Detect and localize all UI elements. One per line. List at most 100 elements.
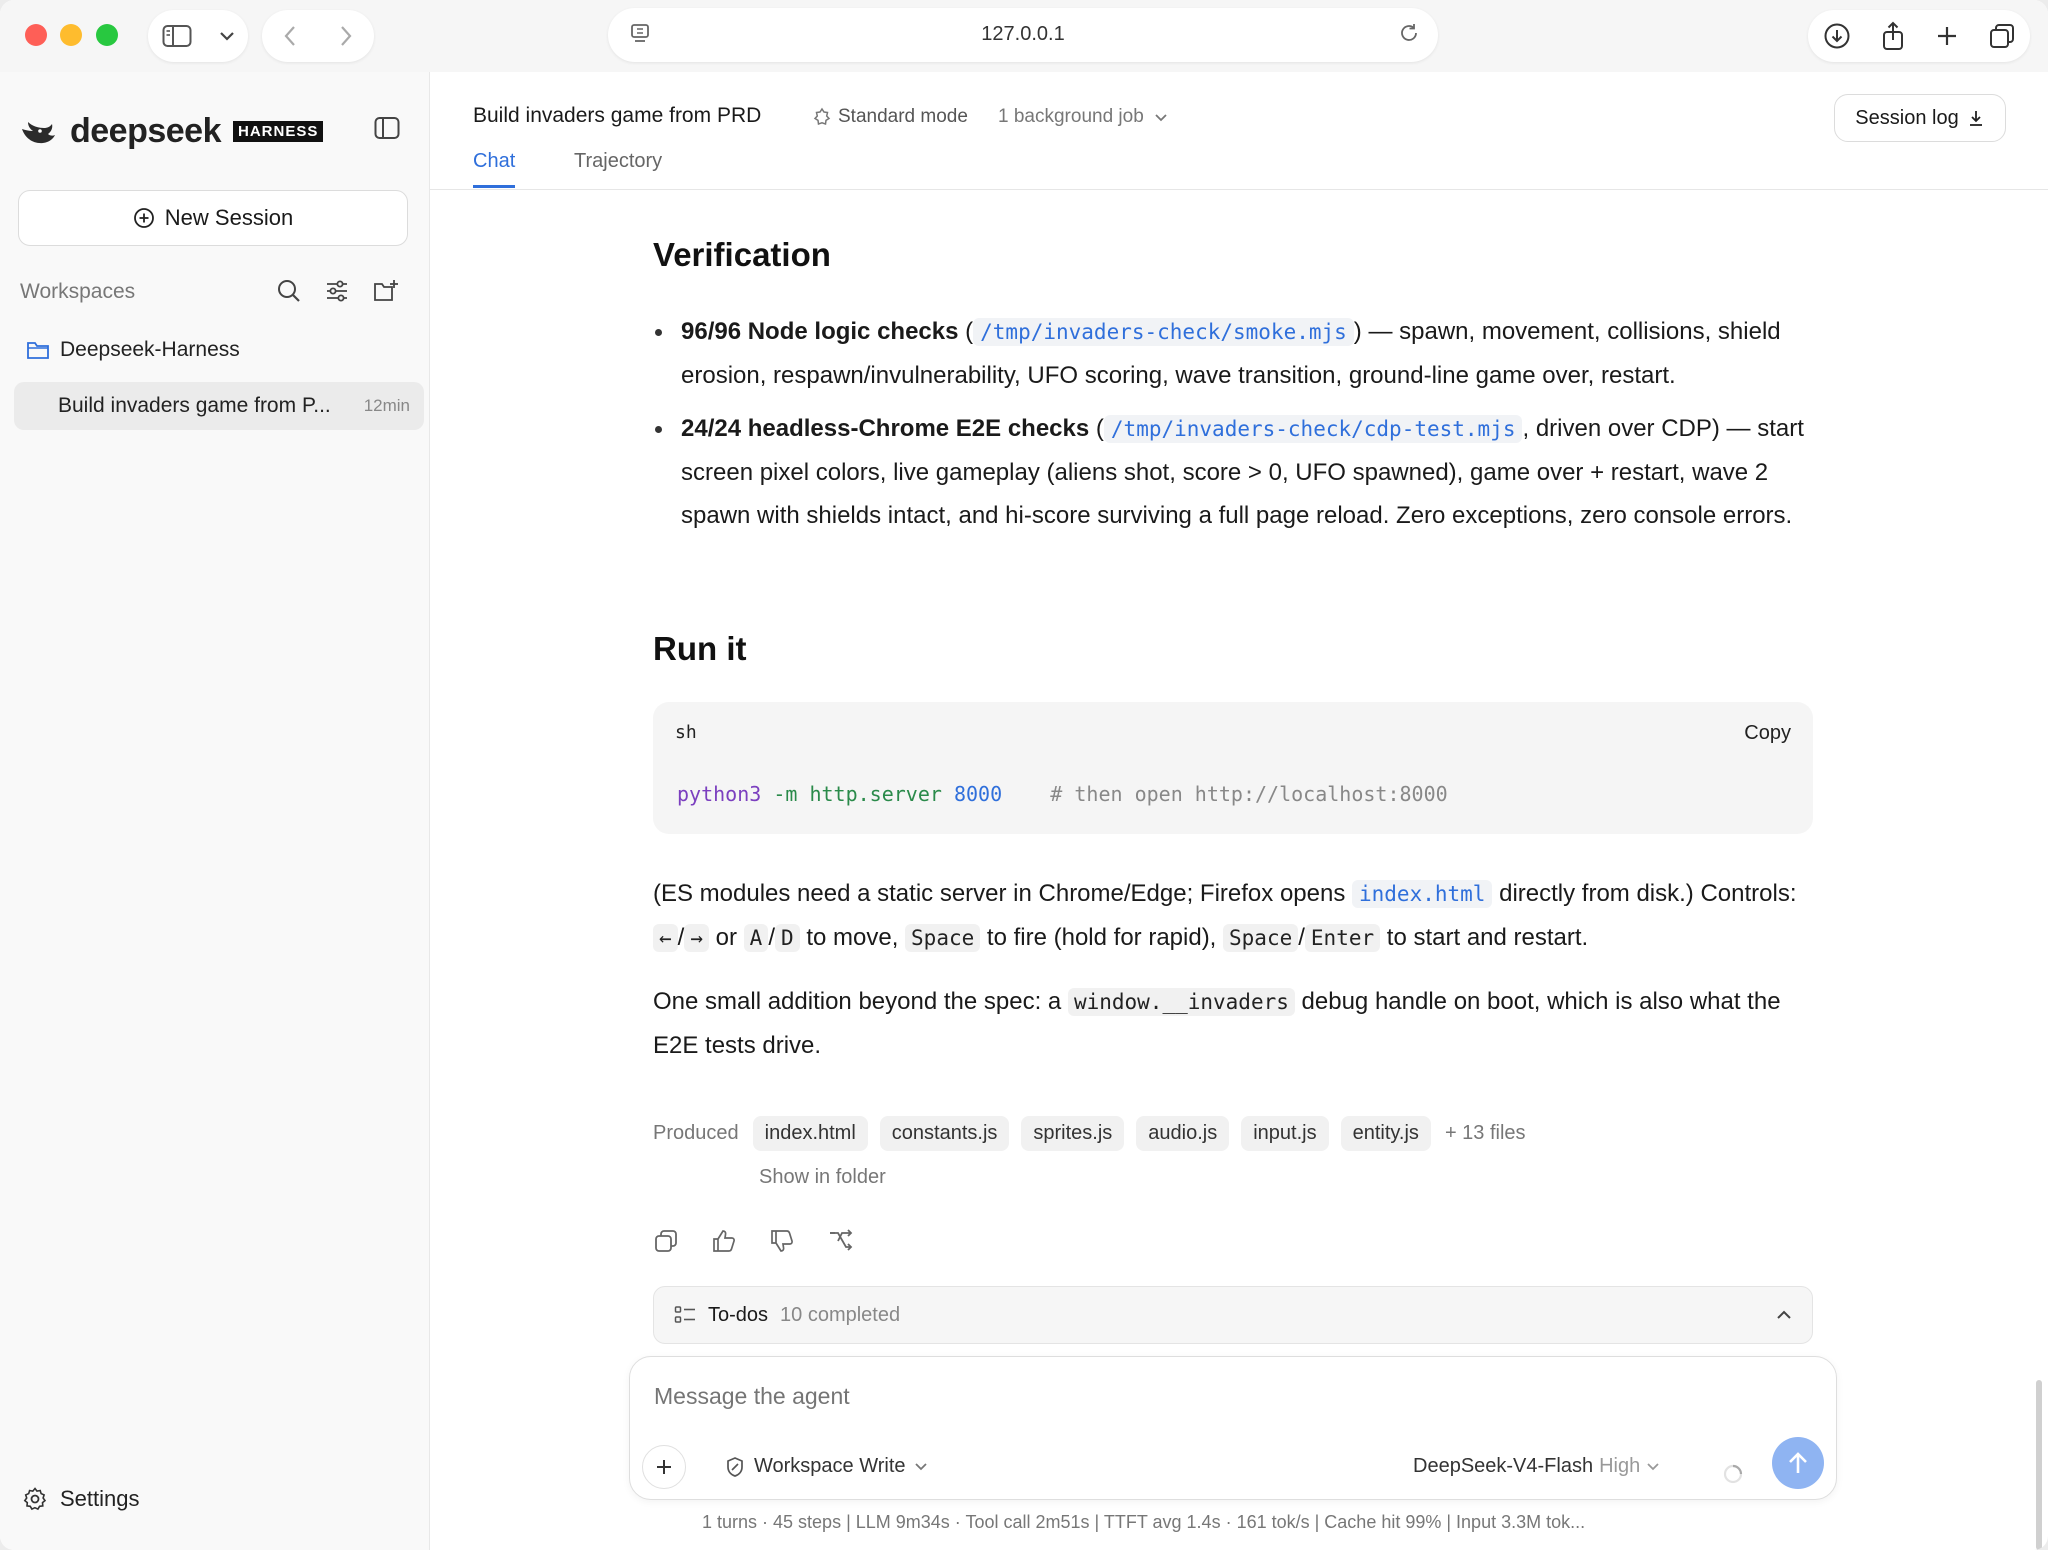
message-input[interactable] <box>654 1383 1754 1410</box>
model-dropdown[interactable]: DeepSeek-V4-Flash High <box>1413 1455 1660 1478</box>
show-in-folder-link[interactable]: Show in folder <box>759 1166 886 1189</box>
code-number: 8000 <box>941 782 1003 806</box>
share-icon[interactable] <box>1880 21 1906 51</box>
send-button[interactable] <box>1772 1437 1824 1489</box>
filter-sliders-icon[interactable] <box>324 278 350 304</box>
mode-label: Standard mode <box>838 106 968 127</box>
tab-chat[interactable]: Chat <box>473 150 516 188</box>
code-command: python3 <box>677 782 762 806</box>
mode-icon <box>812 107 832 127</box>
history-nav-group <box>262 10 374 62</box>
text: to move, <box>799 924 906 951</box>
verification-heading: Verification <box>653 236 831 273</box>
session-name: Build invaders game from PRD <box>473 104 762 127</box>
new-folder-icon[interactable] <box>372 278 400 304</box>
download-icon[interactable] <box>1823 22 1851 50</box>
folder-icon <box>26 340 50 360</box>
new-session-button[interactable]: New Session <box>18 190 408 246</box>
gear-icon <box>22 1486 48 1512</box>
url-text: 127.0.0.1 <box>981 23 1065 45</box>
index-html-link[interactable]: index.html <box>1352 880 1493 908</box>
shield-edit-icon <box>724 1456 746 1478</box>
sidebar: deepseek HARNESS New Session Workspaces <box>0 72 430 1550</box>
background-jobs-label: 1 background job <box>998 106 1144 127</box>
arrow-up-icon <box>1786 1450 1810 1476</box>
run-notes-paragraph: (ES modules need a static server in Chro… <box>653 872 1813 960</box>
copy-code-button[interactable]: Copy <box>1744 722 1791 745</box>
app-window: 127.0.0.1 deepseek HARNESS New Session W… <box>0 0 2048 1550</box>
todos-label: To-dos <box>708 1303 769 1326</box>
maximize-window-button[interactable] <box>96 24 118 46</box>
code-block: sh Copy python3 -m http.server 8000 # th… <box>653 702 1813 834</box>
session-header: Build invaders game from PRD Standard mo… <box>430 72 2048 190</box>
address-bar[interactable]: 127.0.0.1 <box>608 8 1438 62</box>
file-chip[interactable]: index.html <box>752 1116 868 1151</box>
model-level: High <box>1599 1455 1641 1477</box>
file-path-link[interactable]: /tmp/invaders-check/cdp-test.mjs <box>1103 415 1523 443</box>
sidebar-icon[interactable] <box>162 24 192 48</box>
message-actions <box>653 1228 853 1254</box>
new-tab-icon[interactable] <box>1935 24 1959 48</box>
collapse-sidebar-icon[interactable] <box>374 116 400 140</box>
text: to start and restart. <box>1380 924 1589 951</box>
browser-toolbar: 127.0.0.1 <box>0 0 2048 72</box>
file-chip[interactable]: input.js <box>1241 1116 1329 1151</box>
chevron-down-icon <box>1646 1462 1660 1471</box>
session-log-button[interactable]: Session log <box>1834 94 2006 142</box>
thumbs-down-icon[interactable] <box>769 1228 795 1254</box>
brand-badge: HARNESS <box>233 121 324 142</box>
mode-indicator[interactable]: Standard mode <box>812 106 968 128</box>
produced-label: Produced <box>653 1122 739 1144</box>
bullet-paren: ( <box>958 318 974 345</box>
chevron-down-icon <box>1154 113 1168 122</box>
key-a: A <box>743 924 769 952</box>
file-chip[interactable]: entity.js <box>1340 1116 1431 1151</box>
message-composer: Workspace Write DeepSeek-V4-Flash High <box>629 1356 1837 1500</box>
browser-actions-group <box>1808 10 2030 62</box>
text: or <box>708 924 744 951</box>
copy-icon[interactable] <box>653 1228 679 1254</box>
file-path-link[interactable]: /tmp/invaders-check/smoke.mjs <box>973 318 1354 346</box>
workspace-folder[interactable]: Deepseek-Harness <box>26 338 240 362</box>
code-language: sh <box>675 722 697 743</box>
scrollbar-thumb[interactable] <box>2036 1380 2042 1550</box>
key-right: → <box>684 924 709 952</box>
minimize-window-button[interactable] <box>60 24 82 46</box>
verification-list: 96/96 Node logic checks (/tmp/invaders-c… <box>653 310 1813 547</box>
settings-button[interactable]: Settings <box>22 1486 140 1512</box>
back-arrow-icon[interactable] <box>283 24 297 48</box>
key-left: ← <box>653 924 678 952</box>
model-name: DeepSeek-V4-Flash <box>1413 1455 1594 1477</box>
text: / <box>1298 924 1305 951</box>
search-icon[interactable] <box>276 278 302 304</box>
session-list-item[interactable]: Build invaders game from P... 12min <box>14 382 424 430</box>
branch-icon[interactable] <box>827 1228 853 1254</box>
background-jobs-dropdown[interactable]: 1 background job <box>998 106 1168 128</box>
key-enter: Enter <box>1304 924 1381 952</box>
tab-trajectory[interactable]: Trajectory <box>574 150 662 185</box>
thumbs-up-icon[interactable] <box>711 1228 737 1254</box>
text: to fire (hold for rapid), <box>980 924 1224 951</box>
run-it-heading: Run it <box>653 630 747 667</box>
chevron-down-icon[interactable] <box>219 31 235 41</box>
chevron-up-icon[interactable] <box>1776 1310 1792 1320</box>
session-stats: 1 turns · 45 steps | LLM 9m34s · Tool ca… <box>702 1512 1586 1532</box>
file-chip[interactable]: constants.js <box>879 1116 1010 1151</box>
key-d: D <box>775 924 800 952</box>
file-chip[interactable]: sprites.js <box>1021 1116 1125 1151</box>
session-log-label: Session log <box>1855 106 1959 129</box>
todos-panel[interactable]: To-dos 10 completed <box>653 1286 1813 1344</box>
more-files-link[interactable]: + 13 files <box>1445 1122 1526 1145</box>
file-chip[interactable]: audio.js <box>1136 1116 1230 1151</box>
brand-name: deepseek <box>70 112 222 150</box>
close-window-button[interactable] <box>25 24 47 46</box>
reload-icon[interactable] <box>1398 22 1420 44</box>
attach-button[interactable] <box>642 1445 686 1489</box>
permission-dropdown[interactable]: Workspace Write <box>724 1455 928 1478</box>
forward-arrow-icon[interactable] <box>339 24 353 48</box>
text: (ES modules need a static server in Chro… <box>653 880 1352 907</box>
chevron-down-icon <box>914 1462 928 1471</box>
tab-overview-icon[interactable] <box>1988 22 2016 50</box>
workspace-tools <box>276 278 400 304</box>
whale-logo-icon <box>20 117 58 147</box>
